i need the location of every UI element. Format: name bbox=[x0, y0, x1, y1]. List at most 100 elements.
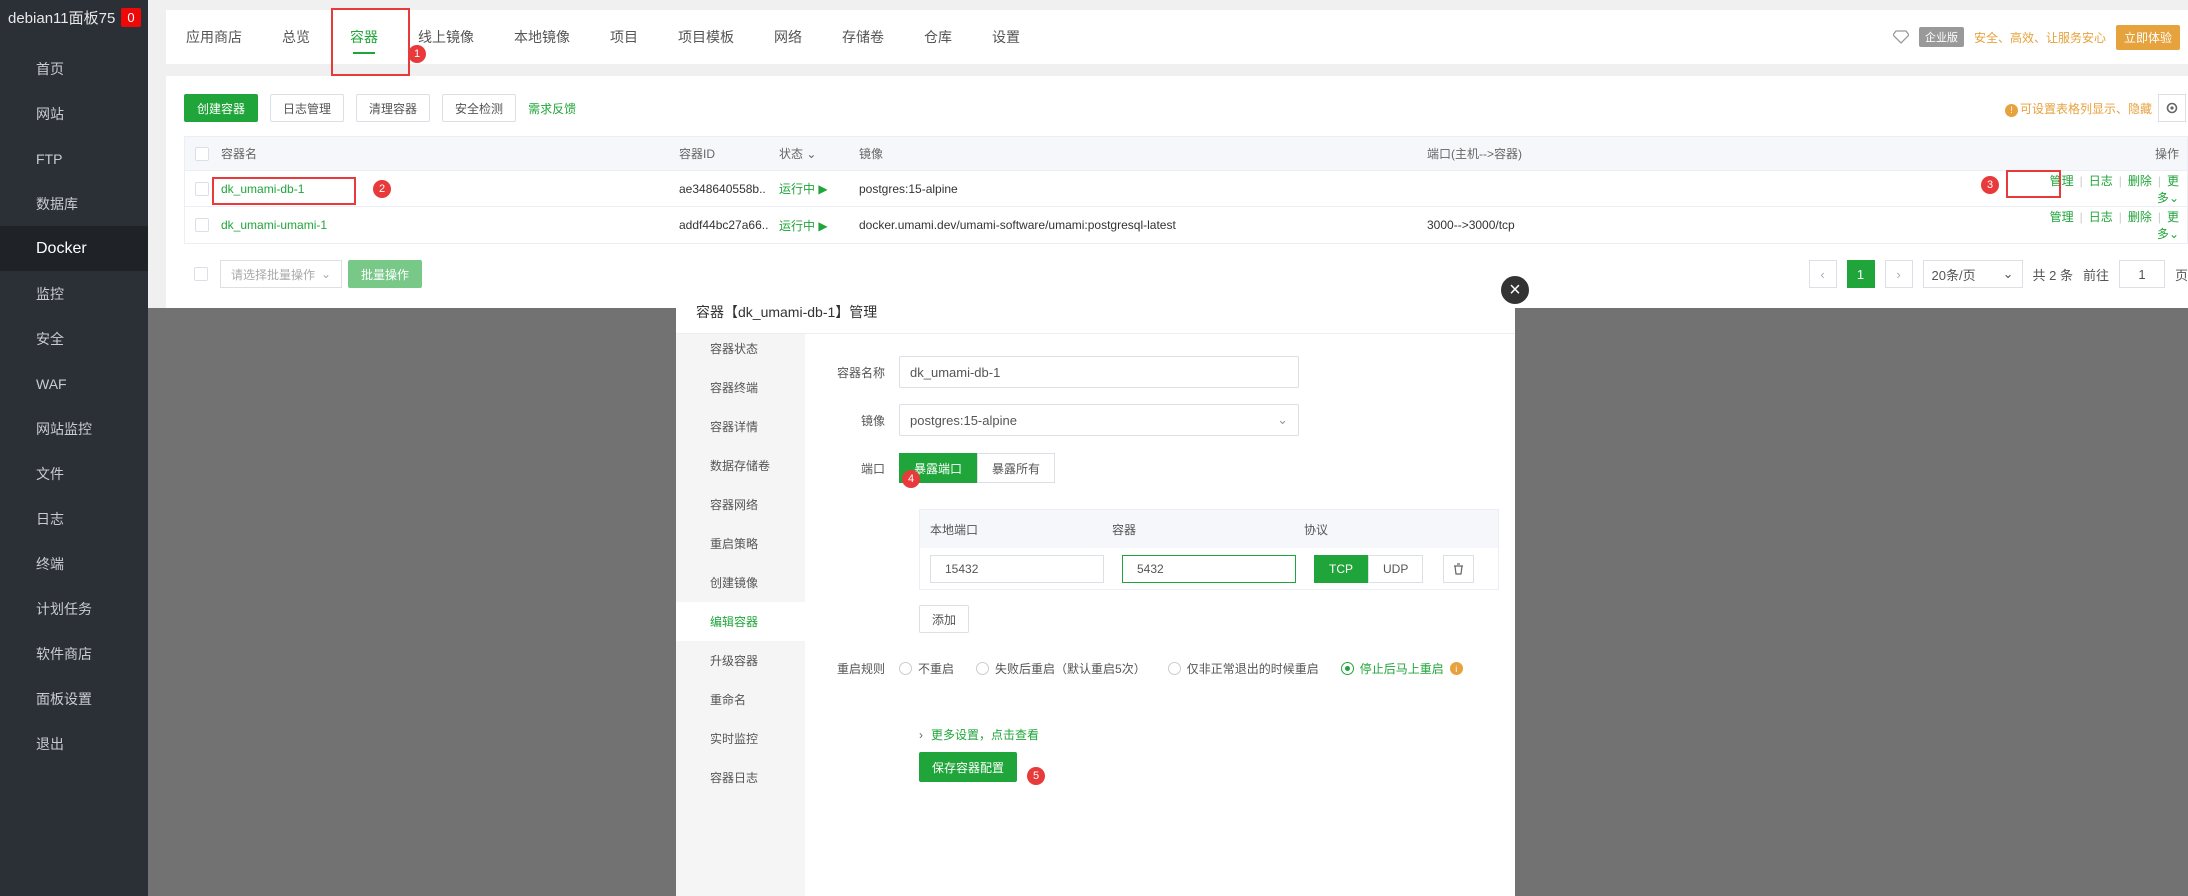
batch-operate-button[interactable]: 批量操作 bbox=[348, 260, 423, 288]
sidebar-item-label: 安全 bbox=[36, 330, 64, 347]
more-settings-row[interactable]: › 更多设置，点击查看 bbox=[919, 726, 1039, 743]
container-port-input[interactable]: 5432 bbox=[1122, 555, 1296, 583]
tab-1[interactable]: 总览 bbox=[262, 10, 330, 64]
create-container-button[interactable]: 创建容器 bbox=[184, 94, 259, 122]
add-port-button[interactable]: 添加 bbox=[919, 605, 970, 633]
sidebar-item-12[interactable]: 计划任务 bbox=[0, 586, 148, 631]
sidebar-item-8[interactable]: 网站监控 bbox=[0, 406, 148, 451]
row-checkbox[interactable] bbox=[195, 181, 209, 196]
modal-menu-item-6[interactable]: 创建镜像 bbox=[676, 563, 805, 602]
modal-menu-item-2[interactable]: 容器详情 bbox=[676, 407, 805, 446]
tab-8[interactable]: 存储卷 bbox=[822, 10, 904, 64]
security-check-button[interactable]: 安全检测 bbox=[442, 94, 517, 122]
delete-port-button[interactable] bbox=[1443, 555, 1475, 583]
sidebar-item-1[interactable]: 网站 bbox=[0, 91, 148, 136]
tcp-button[interactable]: TCP bbox=[1314, 555, 1368, 583]
modal-menu-item-8[interactable]: 升级容器 bbox=[676, 641, 805, 680]
tab-9[interactable]: 仓库 bbox=[904, 10, 972, 64]
sidebar-item-3[interactable]: 数据库 bbox=[0, 181, 148, 226]
tab-10[interactable]: 设置 bbox=[972, 10, 1040, 64]
footer-select-checkbox[interactable] bbox=[194, 267, 208, 281]
column-hint[interactable]: ! 可设置表格列显示、隐藏 bbox=[2004, 100, 2152, 117]
expose-all-button[interactable]: 暴露所有 bbox=[977, 453, 1056, 483]
sidebar-item-13[interactable]: 软件商店 bbox=[0, 631, 148, 676]
row-actions: 管理 | 日志 | 删除 | 更多⌄ bbox=[2049, 210, 2179, 241]
close-modal-button[interactable]: × bbox=[1498, 273, 1532, 307]
col-protocol: 协议 bbox=[1304, 522, 1329, 537]
modal-menu-item-11[interactable]: 容器日志 bbox=[676, 758, 805, 797]
feedback-link[interactable]: 需求反馈 bbox=[528, 100, 576, 117]
sidebar-item-0[interactable]: 首页 bbox=[0, 46, 148, 91]
sidebar-item-14[interactable]: 面板设置 bbox=[0, 676, 148, 721]
save-config-button[interactable]: 保存容器配置 bbox=[919, 752, 1018, 782]
next-page-button[interactable]: › bbox=[1884, 260, 1913, 288]
modal-menu-item-7[interactable]: 编辑容器 bbox=[676, 602, 805, 641]
local-port-input[interactable]: 15432 bbox=[930, 555, 1104, 583]
image-value: postgres:15-alpine bbox=[910, 412, 1017, 428]
modal-menu-item-10[interactable]: 实时监控 bbox=[676, 719, 805, 758]
table-settings-button[interactable] bbox=[2158, 94, 2186, 122]
save-row: 保存容器配置 bbox=[919, 752, 1018, 782]
row-checkbox[interactable] bbox=[195, 218, 209, 232]
enterprise-badge: 企业版 bbox=[1918, 27, 1964, 47]
container-table: 容器名 容器ID 状态 ⌄ 镜像 端口(主机-->容器) 操作 dk_umami… bbox=[184, 136, 2188, 244]
restart-option-3[interactable]: 停止后马上重启 i bbox=[1340, 660, 1463, 677]
ftp-icon bbox=[16, 152, 30, 166]
log-button[interactable]: 日志 bbox=[2089, 174, 2113, 188]
notification-badge[interactable]: 0 bbox=[121, 7, 141, 27]
modal-menu-item-9[interactable]: 重命名 bbox=[676, 680, 805, 719]
restart-option-0[interactable]: 不重启 bbox=[899, 660, 954, 677]
modal-menu-item-1[interactable]: 容器终端 bbox=[676, 368, 805, 407]
sort-chevron-icon: ⌄ bbox=[806, 147, 817, 161]
delete-button[interactable]: 删除 bbox=[2128, 210, 2152, 224]
tab-7[interactable]: 网络 bbox=[754, 10, 822, 64]
tab-4[interactable]: 本地镜像 bbox=[494, 10, 590, 64]
sidebar-item-7[interactable]: WAF bbox=[0, 361, 148, 406]
batch-select[interactable]: 请选择批量操作 ⌄ bbox=[220, 260, 342, 288]
tab-5[interactable]: 项目 bbox=[590, 10, 658, 64]
modal-menu-item-0[interactable]: 容器状态 bbox=[676, 329, 805, 368]
restart-option-2[interactable]: 仅非正常退出的时候重启 bbox=[1167, 660, 1319, 677]
goto-label: 前往 bbox=[2082, 267, 2109, 283]
udp-button[interactable]: UDP bbox=[1368, 555, 1424, 583]
annotation-box-1 bbox=[331, 8, 410, 76]
modal-menu-item-5[interactable]: 重启策略 bbox=[676, 524, 805, 563]
tab-6[interactable]: 项目模板 bbox=[658, 10, 754, 64]
diamond-icon bbox=[1892, 30, 1909, 44]
container-name-input[interactable]: dk_umami-db-1 bbox=[899, 356, 1299, 388]
sidebar-item-9[interactable]: 文件 bbox=[0, 451, 148, 496]
manage-button[interactable]: 管理 bbox=[2050, 210, 2074, 224]
log-manage-button[interactable]: 日志管理 bbox=[270, 94, 345, 122]
col-image: 镜像 bbox=[859, 147, 884, 161]
info-icon[interactable]: i bbox=[1449, 662, 1463, 675]
restart-option-1[interactable]: 失败后重启（默认重启5次） bbox=[976, 660, 1146, 677]
select-all-checkbox[interactable] bbox=[195, 146, 209, 161]
annotation-badge-4: 4 bbox=[902, 470, 920, 488]
prev-page-button[interactable]: ‹ bbox=[1808, 260, 1837, 288]
sidebar-item-11[interactable]: 终端 bbox=[0, 541, 148, 586]
goto-page-input[interactable]: 1 bbox=[2118, 260, 2165, 288]
image-select[interactable]: postgres:15-alpine ⌄ bbox=[899, 404, 1299, 436]
page-size-select[interactable]: 20条/页 ⌄ bbox=[1922, 260, 2023, 288]
pagination: ‹ 1 › 20条/页 ⌄ 共 2 条 前往 1 页 bbox=[1808, 260, 2188, 288]
tab-0[interactable]: 应用商店 bbox=[166, 10, 262, 64]
delete-button[interactable]: 删除 bbox=[2128, 174, 2152, 188]
clean-containers-button[interactable]: 清理容器 bbox=[356, 94, 431, 122]
log-button[interactable]: 日志 bbox=[2089, 210, 2113, 224]
current-page[interactable]: 1 bbox=[1846, 260, 1875, 288]
col-status[interactable]: 状态 ⌄ bbox=[779, 145, 859, 162]
site-monitor-icon bbox=[16, 422, 30, 436]
sidebar-item-4[interactable]: Docker bbox=[0, 226, 148, 271]
try-now-button[interactable]: 立即体验 bbox=[2115, 24, 2180, 50]
sidebar-item-5[interactable]: 监控 bbox=[0, 271, 148, 316]
more-settings-link[interactable]: 更多设置，点击查看 bbox=[931, 726, 1039, 743]
restart-option-label: 仅非正常退出的时候重启 bbox=[1186, 662, 1319, 676]
container-name-link[interactable]: dk_umami-umami-1 bbox=[221, 218, 679, 232]
sidebar-item-15[interactable]: 退出 bbox=[0, 721, 148, 766]
globe-icon bbox=[16, 107, 30, 121]
modal-menu-item-3[interactable]: 数据存储卷 bbox=[676, 446, 805, 485]
sidebar-item-10[interactable]: 日志 bbox=[0, 496, 148, 541]
modal-menu-item-4[interactable]: 容器网络 bbox=[676, 485, 805, 524]
sidebar-item-2[interactable]: FTP bbox=[0, 136, 148, 181]
sidebar-item-6[interactable]: 安全 bbox=[0, 316, 148, 361]
